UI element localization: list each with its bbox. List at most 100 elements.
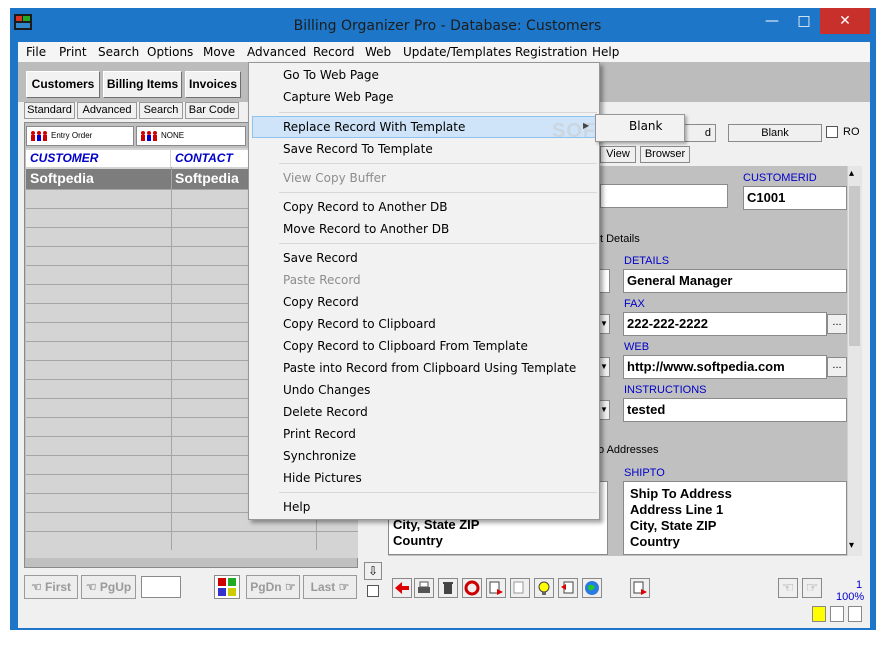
- menu-item-save-record-to-template[interactable]: Save Record To Template: [283, 138, 433, 160]
- menu-item-undo-changes[interactable]: Undo Changes: [283, 379, 370, 401]
- menu-item-delete-record[interactable]: Delete Record: [283, 401, 368, 423]
- subtab-search[interactable]: Search: [139, 102, 183, 119]
- paste-record-icon[interactable]: [510, 578, 530, 598]
- web-ellipsis-button[interactable]: ...: [827, 357, 847, 377]
- menu-advanced[interactable]: Advanced: [247, 45, 306, 59]
- move-record-icon[interactable]: [558, 578, 578, 598]
- tab-browser[interactable]: Browser: [640, 146, 690, 163]
- web-field[interactable]: http://www.softpedia.com: [623, 355, 827, 379]
- menu-separator: [279, 243, 597, 244]
- chevron-up-icon[interactable]: ▴: [849, 168, 854, 179]
- grid-icon[interactable]: [848, 606, 862, 622]
- bulb-icon[interactable]: [534, 578, 554, 598]
- pgdn-button[interactable]: PgDn ☞: [246, 575, 300, 599]
- menu-item-save-record[interactable]: Save Record: [283, 247, 358, 269]
- submenu-item-blank[interactable]: Blank: [629, 119, 662, 133]
- tab-view[interactable]: View: [600, 146, 636, 163]
- last-label: Last: [310, 580, 336, 594]
- hand-right-icon[interactable]: ☞: [802, 578, 822, 598]
- scrollbar-thumb[interactable]: [849, 186, 860, 346]
- details-field[interactable]: General Manager: [623, 269, 847, 293]
- splitter-checkbox[interactable]: [367, 585, 379, 597]
- close-icon: ✕: [839, 13, 851, 29]
- grid-view-button[interactable]: [214, 575, 240, 599]
- arrow-down-icon[interactable]: ⇩: [364, 562, 382, 580]
- fax-field[interactable]: 222-222-2222: [623, 312, 827, 336]
- minimize-button[interactable]: —: [756, 8, 788, 34]
- blank-template-button[interactable]: Blank: [728, 124, 822, 142]
- phone-field[interactable]: [600, 269, 610, 293]
- template-record-icon[interactable]: [630, 578, 650, 598]
- subtab-standard[interactable]: Standard: [24, 102, 75, 119]
- menu-print[interactable]: Print: [59, 45, 87, 59]
- menu-item-paste-into-record-from-clipboard[interactable]: Paste into Record from Clipboard Using T…: [283, 357, 576, 379]
- menu-web[interactable]: Web: [365, 45, 391, 59]
- hand-left-icon: ☜: [85, 580, 100, 594]
- hand-left-icon: ☜: [30, 580, 46, 594]
- subtab-barcode[interactable]: Bar Code: [185, 102, 239, 119]
- maximize-icon: □: [797, 13, 811, 29]
- menu-item-help[interactable]: Help: [283, 496, 310, 518]
- subtab-advanced[interactable]: Advanced: [77, 102, 137, 119]
- tab-billing-items[interactable]: Billing Items: [103, 71, 182, 98]
- grid-header-customer[interactable]: CUSTOMER: [26, 150, 170, 167]
- menu-item-capture-web-page[interactable]: Capture Web Page: [283, 86, 394, 108]
- fax-ellipsis-button[interactable]: ...: [827, 314, 847, 334]
- menu-item-view-copy-buffer[interactable]: View Copy Buffer: [283, 167, 386, 189]
- menu-move[interactable]: Move: [203, 45, 235, 59]
- menu-item-copy-record-to-another-db[interactable]: Copy Record to Another DB: [283, 196, 447, 218]
- shipto-label: SHIPTO: [624, 467, 665, 479]
- menu-record[interactable]: Record: [313, 45, 354, 59]
- instructions-label: INSTRUCTIONS: [624, 384, 707, 396]
- last-button[interactable]: Last ☞: [303, 575, 357, 599]
- pgup-button[interactable]: ☜ PgUp: [81, 575, 136, 599]
- menu-item-copy-record-to-clipboard[interactable]: Copy Record to Clipboard: [283, 313, 436, 335]
- copy-record-icon[interactable]: [486, 578, 506, 598]
- grid-column-divider: [171, 167, 172, 550]
- grid-cell-contact[interactable]: Softpedia: [175, 170, 239, 186]
- menu-help[interactable]: Help: [592, 45, 619, 59]
- menu-separator: [279, 112, 597, 113]
- record-number-input[interactable]: [141, 576, 181, 598]
- bulb-icon[interactable]: [812, 606, 826, 622]
- close-button[interactable]: ✕: [820, 8, 870, 34]
- name-field[interactable]: [600, 184, 728, 208]
- menu-registration[interactable]: Registration: [515, 45, 587, 59]
- shipto-line: Ship To Address: [630, 486, 732, 501]
- readonly-checkbox[interactable]: [826, 126, 838, 138]
- first-button[interactable]: ☜ First: [24, 575, 78, 599]
- shipto-field[interactable]: Ship To Address Address Line 1 City, Sta…: [623, 481, 847, 555]
- grid-cell-customer[interactable]: Softpedia: [30, 170, 94, 186]
- menu-item-synchronize[interactable]: Synchronize: [283, 445, 356, 467]
- menu-search[interactable]: Search: [98, 45, 139, 59]
- printer-icon[interactable]: [414, 578, 434, 598]
- undo-icon[interactable]: [462, 578, 482, 598]
- pgup-label: PgUp: [99, 580, 132, 594]
- chevron-down-icon[interactable]: ▾: [849, 540, 854, 551]
- menu-options[interactable]: Options: [147, 45, 193, 59]
- menu-separator: [279, 492, 597, 493]
- customerid-field[interactable]: C1001: [743, 186, 847, 210]
- menu-item-hide-pictures[interactable]: Hide Pictures: [283, 467, 362, 489]
- menu-item-move-record-to-another-db[interactable]: Move Record to Another DB: [283, 218, 449, 240]
- maximize-button[interactable]: □: [788, 8, 820, 34]
- sort-order-button[interactable]: Entry Order: [26, 126, 134, 146]
- arrow-left-icon[interactable]: [392, 578, 412, 598]
- status-bar: [18, 603, 870, 625]
- menu-item-paste-record[interactable]: Paste Record: [283, 269, 361, 291]
- filter-button[interactable]: NONE: [136, 126, 246, 146]
- menu-item-go-to-web-page[interactable]: Go To Web Page: [283, 64, 379, 86]
- menu-file[interactable]: File: [26, 45, 46, 59]
- globe-icon[interactable]: [582, 578, 602, 598]
- tab-invoices[interactable]: Invoices: [185, 71, 241, 98]
- menu-item-copy-record-to-clipboard-from-template[interactable]: Copy Record to Clipboard From Template: [283, 335, 528, 357]
- menu-item-print-record[interactable]: Print Record: [283, 423, 356, 445]
- instructions-field[interactable]: tested: [623, 398, 847, 422]
- menu-update-templates[interactable]: Update/Templates: [403, 45, 512, 59]
- tab-customers[interactable]: Customers: [26, 71, 100, 98]
- menu-item-replace-record-with-template[interactable]: Replace Record With Template: [283, 116, 465, 138]
- hand-left-icon[interactable]: ☜: [778, 578, 798, 598]
- trash-icon[interactable]: [438, 578, 458, 598]
- document-icon[interactable]: [830, 606, 844, 622]
- menu-item-copy-record[interactable]: Copy Record: [283, 291, 359, 313]
